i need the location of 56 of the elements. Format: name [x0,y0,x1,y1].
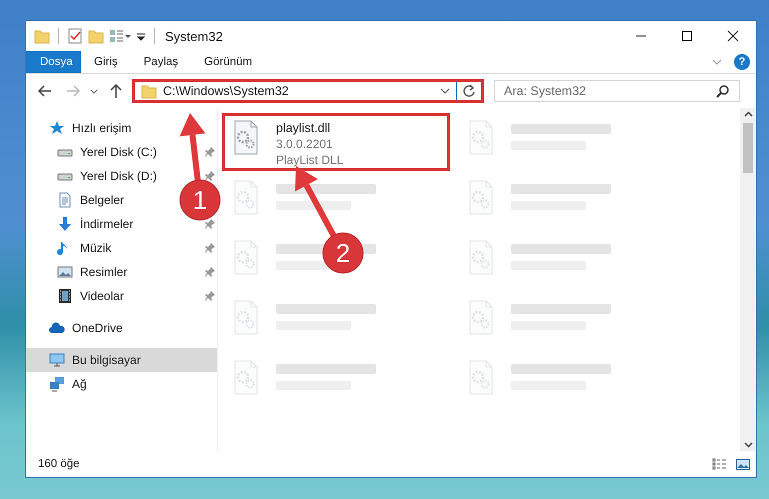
sidebar-item[interactable]: Hızlı erişim [26,116,140,140]
sidebar-item[interactable]: İndirmeler [26,212,142,236]
star-icon [49,120,65,136]
close-icon [727,30,739,42]
folder-icon [141,83,157,99]
address-bar[interactable]: C:\Windows\System32 [132,79,484,103]
file-item[interactable]: playlist.dll 3.0.0.2201 PlayList DLL [222,113,450,171]
pin-icon[interactable] [205,267,215,277]
ribbon-tab[interactable]: Dosya [26,51,81,73]
pin-icon[interactable] [205,147,215,157]
ribbon-tab[interactable]: Giriş [81,51,131,73]
down-arrow-icon [57,216,73,232]
view-list-icon[interactable] [109,28,131,44]
sidebar-item[interactable]: Yerel Disk (C:) [26,140,165,164]
sidebar-item[interactable]: Yerel Disk (D:) [26,164,165,188]
up-arrow-icon[interactable] [110,84,122,98]
large-icons-view-icon[interactable] [736,458,750,470]
sidebar-item[interactable]: Ağ [26,372,95,396]
step-number-badge: 1 [180,180,220,220]
refresh-icon[interactable] [462,84,476,98]
scrollbar-thumb[interactable] [743,123,753,173]
maximize-icon [681,30,693,42]
picture-icon [57,264,73,280]
cloud-icon [49,320,65,336]
pin-icon[interactable] [205,243,215,253]
document-icon [57,192,73,208]
dropdown-caret-icon[interactable] [440,88,450,94]
scroll-down-icon[interactable] [744,442,752,448]
search-field[interactable]: Ara: System32 [494,80,740,102]
pin-icon[interactable] [205,171,215,181]
item-count: 160 öğe [38,458,80,470]
help-button[interactable]: ? [734,54,750,70]
monitor-icon [49,352,65,368]
sidebar-item[interactable]: Bu bilgisayar [26,348,217,372]
film-icon [57,288,73,304]
sidebar-item[interactable]: Müzik [26,236,120,260]
expand-ribbon-icon[interactable] [712,59,722,65]
scrollbar[interactable] [740,108,756,451]
properties-icon[interactable] [67,28,83,44]
step-number-badge: 2 [322,232,364,274]
scroll-up-icon[interactable] [744,111,752,117]
sidebar-item[interactable]: OneDrive [26,316,131,340]
ribbon-tab[interactable]: Paylaş [130,51,192,73]
recent-locations-caret-icon[interactable] [90,88,98,94]
pin-icon[interactable] [205,291,215,301]
sidebar-item[interactable]: Resimler [26,260,136,284]
ribbon-tab[interactable]: Görünüm [191,51,266,73]
sidebar-item[interactable]: Belgeler [26,188,132,212]
window-title: System32 [165,28,223,44]
search-icon[interactable] [716,84,729,98]
pin-icon[interactable] [205,219,215,229]
back-arrow-icon[interactable] [38,85,52,97]
sidebar-item[interactable]: Videolar [26,284,132,308]
details-view-icon[interactable] [712,458,728,470]
network-icon [49,376,65,392]
search-input[interactable]: Ara: System32 [495,83,716,99]
